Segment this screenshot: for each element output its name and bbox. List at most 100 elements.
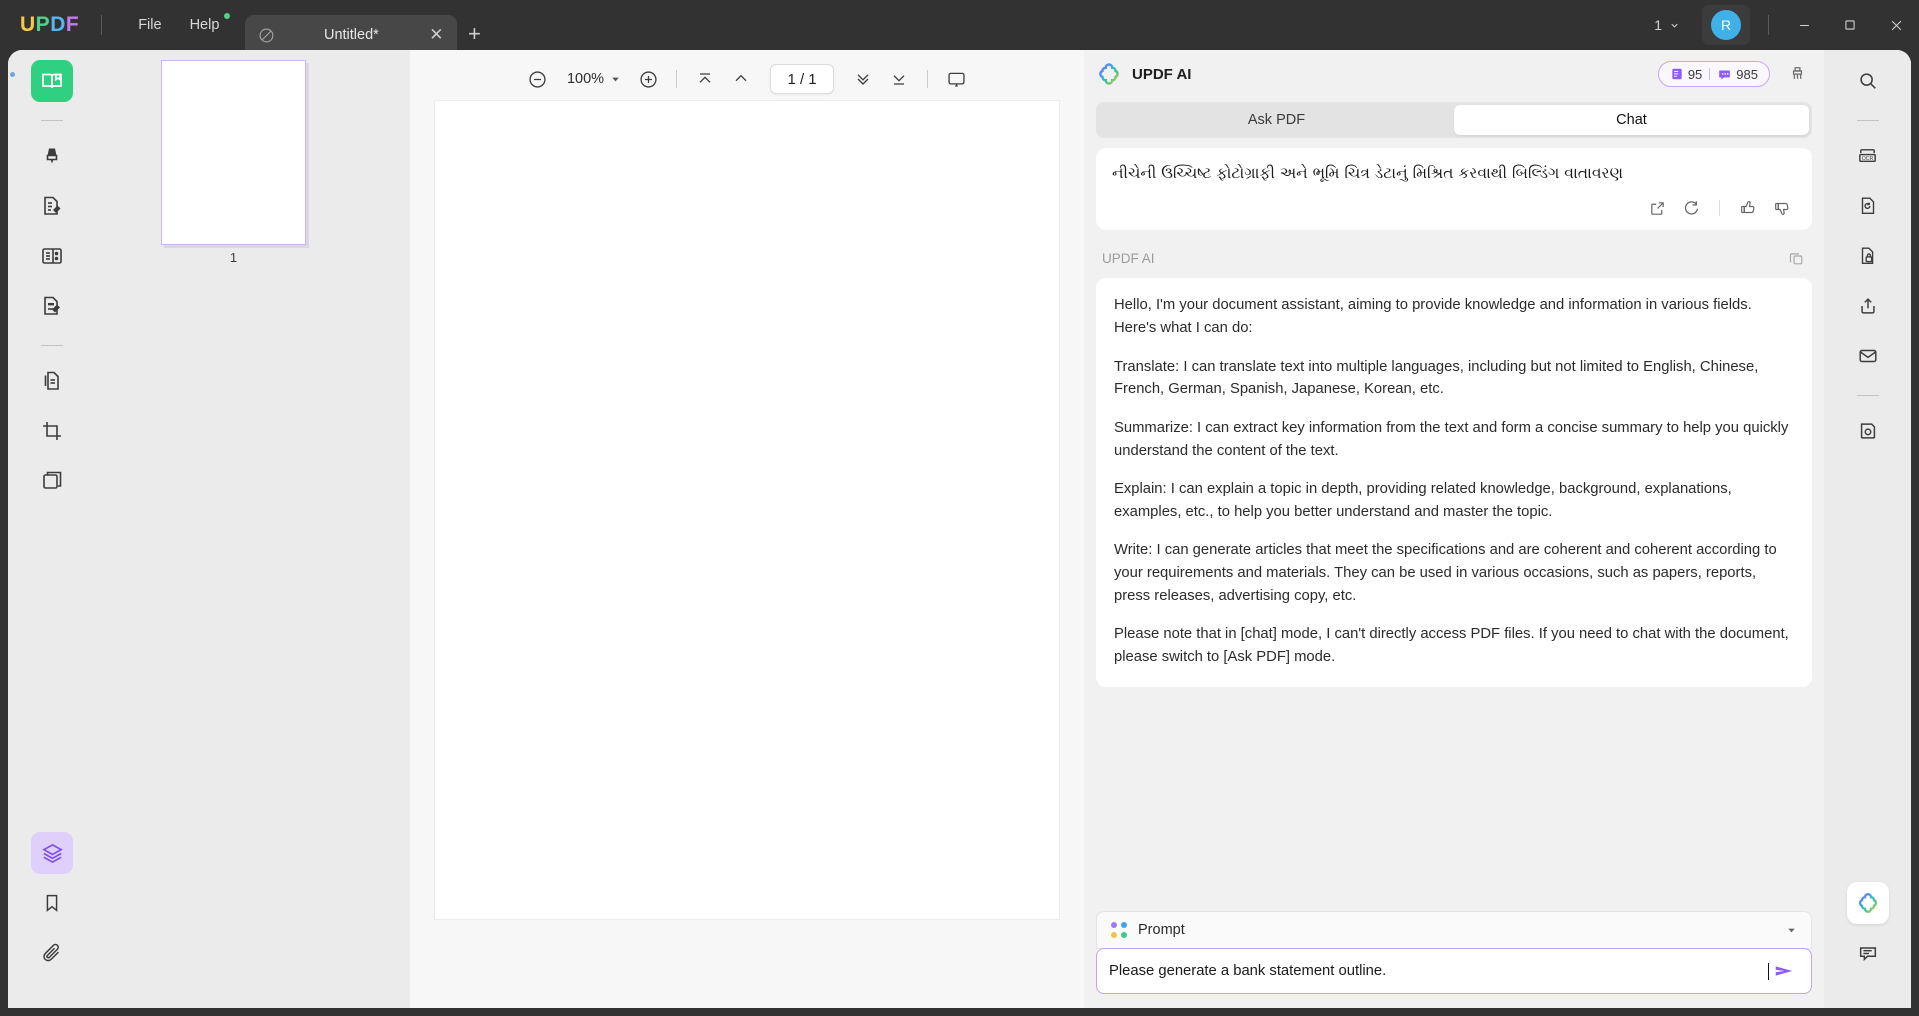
menu-help-label: Help [189, 17, 220, 33]
previous-page-button[interactable] [724, 63, 758, 95]
new-tab-button[interactable]: + [457, 14, 491, 54]
credits-divider [1709, 68, 1711, 80]
clear-chat-button[interactable] [1784, 61, 1810, 87]
bot-paragraph-6: Please note that in [chat] mode, I can't… [1114, 626, 1789, 665]
rail-divider-1 [41, 120, 63, 121]
copy-pages-icon [44, 371, 59, 390]
zoom-out-button[interactable] [521, 63, 555, 95]
tab-chat[interactable]: Chat [1454, 105, 1809, 135]
minimize-icon [1799, 24, 1809, 26]
right-item-search[interactable] [1847, 60, 1889, 102]
next-page-button[interactable] [846, 63, 880, 95]
prompt-selector[interactable]: Prompt [1096, 911, 1812, 949]
pdf-blank-icon [255, 24, 277, 46]
page-thumbnail-1[interactable] [161, 60, 306, 245]
sidebar-item-edit-pdf[interactable] [31, 185, 73, 227]
maximize-window-button[interactable] [1827, 0, 1873, 50]
right-item-updf-ai[interactable] [1846, 882, 1889, 924]
zoom-level-value[interactable]: 100% [557, 71, 608, 87]
bot-message-card: Hello, I'm your document assistant, aimi… [1096, 278, 1812, 687]
rail-drag-handle[interactable] [10, 72, 16, 90]
document-tab-title: Untitled* [323, 27, 379, 43]
app-shell: 1 100% 1 / 1 UPDF AI 95 985 Ask PDF Chat… [8, 50, 1911, 1008]
right-item-share[interactable] [1847, 285, 1889, 327]
logo-divider [101, 15, 103, 35]
close-icon [1891, 20, 1901, 30]
external-link-icon [1650, 202, 1664, 215]
sidebar-item-page-tools[interactable] [31, 360, 73, 402]
ai-mode-tabs: Ask PDF Chat [1096, 102, 1812, 138]
logo-letter-f: F [65, 13, 80, 36]
thumbs-up-button[interactable] [1734, 194, 1762, 222]
thumbs-down-button[interactable] [1768, 194, 1796, 222]
refresh-icon [1684, 201, 1699, 215]
copy-icon [1789, 253, 1802, 265]
book-reader-icon [42, 73, 62, 89]
menu-file[interactable]: File [124, 11, 175, 39]
convert-file-icon [1861, 197, 1874, 215]
ai-credits-badge[interactable]: 95 985 [1657, 61, 1770, 87]
updf-ai-flower-icon [1858, 893, 1877, 913]
right-item-email[interactable] [1847, 335, 1889, 377]
document-credits: 95 [1670, 67, 1702, 82]
close-tab-icon[interactable]: ✕ [425, 25, 447, 45]
sidebar-item-layers[interactable] [31, 832, 73, 874]
sidebar-item-attachments[interactable] [31, 932, 73, 974]
presentation-mode-button[interactable] [939, 63, 973, 95]
document-viewer: 100% 1 / 1 [410, 50, 1084, 1008]
copy-response-button[interactable] [1784, 246, 1808, 270]
right-item-protect[interactable] [1847, 235, 1889, 277]
user-account-button[interactable]: R [1702, 5, 1750, 45]
chat-input-row[interactable] [1096, 948, 1812, 994]
tab-strip: Untitled* ✕ + [245, 0, 491, 55]
chat-input[interactable] [1109, 963, 1770, 979]
sidebar-item-reader[interactable] [31, 60, 73, 102]
book-pages-icon [42, 248, 62, 264]
updf-logo: U P D F [20, 13, 79, 37]
window-list-dropdown[interactable]: 1 [1646, 13, 1688, 37]
logo-letter-d: D [50, 13, 66, 36]
export-message-button[interactable] [1643, 194, 1671, 222]
pdf-page-canvas[interactable] [434, 100, 1060, 920]
document-tab-untitled[interactable]: Untitled* ✕ [245, 15, 458, 55]
zoom-in-button[interactable] [631, 63, 665, 95]
page-number-input[interactable]: 1 / 1 [770, 64, 835, 94]
sidebar-item-sign-pdf[interactable] [31, 285, 73, 327]
last-page-button[interactable] [882, 63, 916, 95]
right-item-save[interactable] [1847, 410, 1889, 452]
sidebar-item-bookmarks[interactable] [31, 882, 73, 924]
minimize-window-button[interactable] [1781, 0, 1827, 50]
bot-paragraph-3: Summarize: I can extract key information… [1114, 419, 1789, 459]
logo-letter-u: U [20, 13, 36, 36]
regenerate-message-button[interactable] [1677, 194, 1705, 222]
save-disk-icon [1860, 423, 1875, 439]
right-item-convert[interactable] [1847, 185, 1889, 227]
last-page-icon [893, 75, 905, 85]
sidebar-item-batch-process[interactable] [31, 460, 73, 502]
send-arrow-icon [1775, 966, 1793, 976]
rail-divider-2 [41, 345, 63, 346]
sidebar-item-crop-page[interactable] [31, 410, 73, 452]
bot-paragraph-1: Hello, I'm your document assistant, aimi… [1114, 297, 1752, 337]
action-divider [1719, 200, 1720, 217]
chat-scroll-area[interactable]: નીચેની ઉચ્ચિષ્ટ ફોટોગ્રાફી અને ભૂમિ ચિત્… [1084, 138, 1824, 903]
left-tool-rail [8, 50, 96, 1008]
first-page-button[interactable] [688, 63, 722, 95]
right-item-feedback[interactable] [1847, 932, 1889, 974]
titlebar-divider [1768, 15, 1769, 35]
close-window-button[interactable] [1873, 0, 1919, 50]
layers-icon [41, 843, 63, 863]
bookmark-icon [46, 894, 58, 912]
ai-panel-title: UPDF AI [1132, 65, 1192, 83]
right-item-ocr[interactable]: OCR [1847, 135, 1889, 177]
prompt-selector-label: Prompt [1138, 922, 1185, 938]
sidebar-item-comment-markup[interactable] [31, 135, 73, 177]
toolbar-divider-2 [927, 70, 929, 88]
zoom-dropdown-caret[interactable] [610, 74, 629, 85]
menu-help[interactable]: Help [176, 11, 234, 39]
toolbar-divider-1 [676, 70, 678, 88]
sidebar-item-organize-pages[interactable] [31, 235, 73, 277]
send-message-button[interactable] [1769, 956, 1799, 986]
tab-ask-pdf[interactable]: Ask PDF [1099, 105, 1454, 135]
updf-ai-panel: UPDF AI 95 985 Ask PDF Chat નીચેની ઉચ્ચિ… [1084, 50, 1824, 1008]
